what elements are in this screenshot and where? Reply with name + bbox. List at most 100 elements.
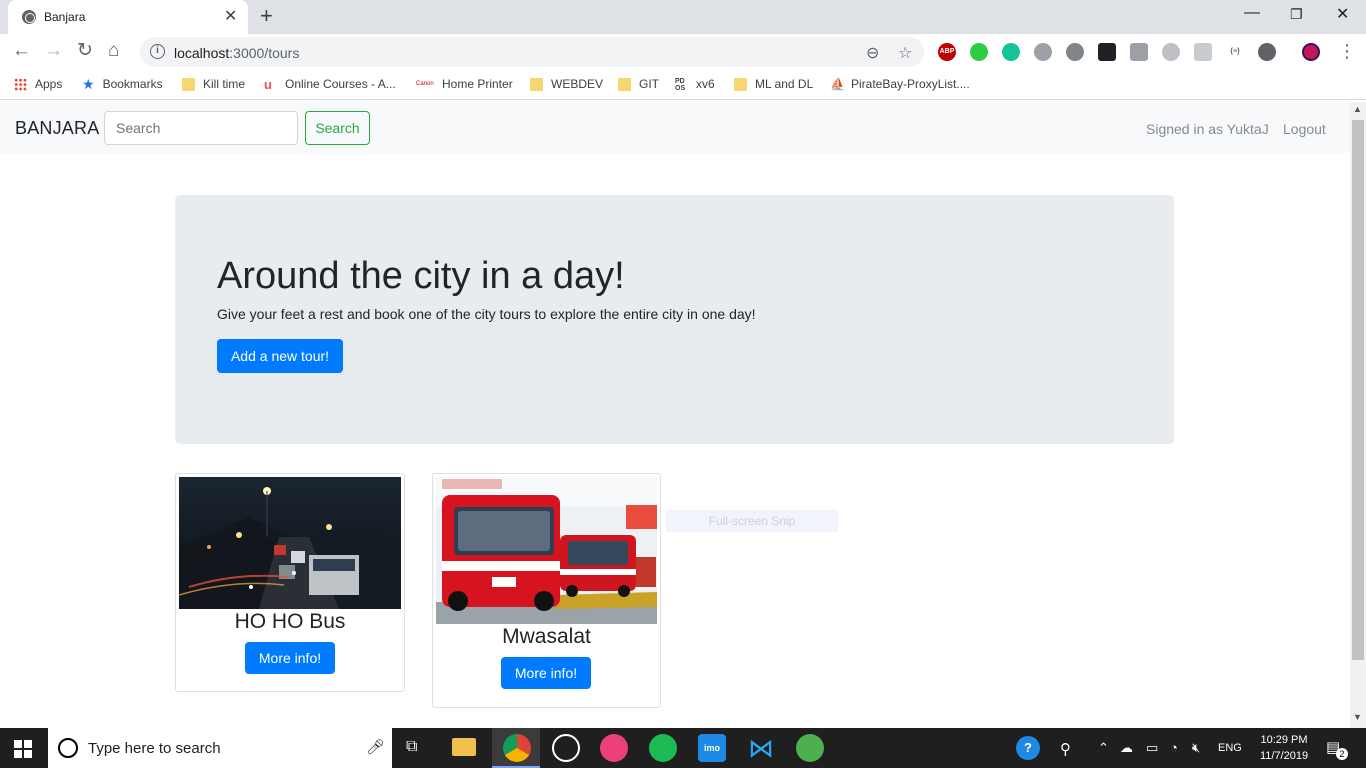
- tour-title: HO HO Bus: [234, 610, 346, 633]
- jumbotron-text: Give your feet a rest and book one of th…: [217, 306, 756, 322]
- window-close-icon[interactable]: ✕: [1336, 4, 1349, 24]
- clock-date: 11/7/2019: [1259, 750, 1309, 762]
- pdos-icon: PD OS: [675, 77, 686, 92]
- bookmark-webdev[interactable]: WEBDEV: [530, 77, 603, 91]
- windows-taskbar: Type here to search 🎤︎ ⧉ imo ⋈ ? ⚲ ⌃ ☁ ▭…: [0, 728, 1366, 768]
- tour-title: Mwasalat: [502, 625, 591, 648]
- windows-start-icon[interactable]: [14, 740, 32, 758]
- address-bar[interactable]: i localhost:3000/tours ⊖ ☆: [140, 37, 924, 67]
- bookmark-ml-dl[interactable]: ML and DL: [734, 77, 813, 91]
- chrome-icon[interactable]: [503, 734, 531, 762]
- restore-icon[interactable]: ❐: [1290, 6, 1303, 23]
- vscode-icon[interactable]: ⋈: [747, 734, 775, 762]
- tour-card: Mwasalat More info!: [432, 473, 661, 708]
- brand-logo[interactable]: BANJARA: [15, 118, 99, 139]
- tab-title: Banjara: [44, 10, 86, 24]
- canon-icon: Canon: [416, 80, 434, 87]
- extension-gray-icon[interactable]: [1130, 43, 1148, 61]
- search-input[interactable]: [104, 111, 298, 145]
- browser-toolbar: ← → ↻ ⌂ i localhost:3000/tours ⊖ ☆ ABP {…: [0, 34, 1366, 70]
- browser-tab[interactable]: Banjara ✕: [8, 0, 248, 34]
- info-icon[interactable]: i: [150, 44, 165, 59]
- file-explorer-icon[interactable]: [452, 738, 476, 756]
- back-arrow-icon[interactable]: ←: [12, 40, 31, 62]
- scroll-up-icon[interactable]: ▲: [1353, 104, 1362, 114]
- bookmarks-bar: Apps ★ Bookmarks Kill time u Online Cour…: [0, 70, 1366, 100]
- tour-image-red-buses: [436, 477, 657, 624]
- close-icon[interactable]: ✕: [224, 8, 237, 26]
- url-text[interactable]: localhost:3000/tours: [174, 45, 299, 61]
- add-tour-button[interactable]: Add a new tour!: [217, 339, 343, 373]
- notification-count-badge: 2: [1336, 748, 1348, 760]
- page-scrollbar[interactable]: ▲ ▼: [1350, 102, 1366, 728]
- more-info-button[interactable]: More info!: [245, 642, 335, 674]
- scroll-down-icon[interactable]: ▼: [1353, 712, 1362, 722]
- bookmark-kill-time[interactable]: Kill time: [182, 77, 245, 91]
- extension-m-icon[interactable]: [1066, 43, 1084, 61]
- tour-card: HO HO Bus More info!: [175, 473, 405, 692]
- extension-icon[interactable]: [1034, 43, 1052, 61]
- logout-link[interactable]: Logout: [1283, 121, 1326, 137]
- bookmark-piratebay[interactable]: ⛵ PirateBay-ProxyList....: [830, 77, 970, 91]
- zoom-icon[interactable]: ⊖: [866, 43, 879, 63]
- menu-dots-icon[interactable]: ⋮: [1338, 41, 1356, 62]
- page-title: Around the city in a day!: [217, 255, 625, 297]
- chevron-up-icon[interactable]: ⌃: [1098, 740, 1109, 756]
- profile-avatar[interactable]: [1302, 43, 1320, 61]
- mongodb-icon[interactable]: [796, 734, 824, 762]
- folder-icon: [182, 77, 195, 91]
- extension-globe-icon[interactable]: [1162, 43, 1180, 61]
- spotify-icon[interactable]: [649, 734, 677, 762]
- json-icon[interactable]: {≡}: [1226, 43, 1244, 61]
- help-icon[interactable]: ?: [1016, 736, 1040, 760]
- more-info-button[interactable]: More info!: [501, 657, 591, 689]
- grammarly-icon[interactable]: [1002, 43, 1020, 61]
- globe-icon: [22, 10, 36, 24]
- cloud-icon[interactable]: ☁: [1120, 740, 1133, 756]
- bookmark-online-courses[interactable]: u Online Courses - A...: [264, 77, 396, 91]
- folder-icon: [618, 77, 631, 91]
- battery-icon[interactable]: ▭: [1146, 740, 1158, 756]
- pirate-ship-icon: ⛵: [830, 76, 845, 91]
- microphone-icon[interactable]: 🎤︎: [366, 738, 385, 756]
- scroll-thumb[interactable]: [1352, 120, 1364, 660]
- bookmark-git[interactable]: GIT: [618, 77, 659, 91]
- taskbar-search-text: Type here to search: [88, 740, 221, 757]
- bookmark-apps[interactable]: Apps: [14, 77, 62, 91]
- people-icon[interactable]: ⚲: [1060, 740, 1071, 758]
- bookmark-star-icon[interactable]: ☆: [898, 43, 912, 63]
- volume-muted-icon[interactable]: 🔇︎: [1192, 740, 1200, 756]
- bookmark-xv6[interactable]: PD OS xv6: [675, 77, 715, 92]
- reload-icon[interactable]: ↻: [77, 40, 93, 62]
- minimize-icon[interactable]: —: [1244, 4, 1260, 22]
- signed-in-text: Signed in as YuktaJ: [1146, 121, 1269, 137]
- web-page: BANJARA Search Signed in as YuktaJ Logou…: [0, 102, 1350, 728]
- paint-icon[interactable]: [600, 734, 628, 762]
- wifi-icon[interactable]: ◔: [1170, 740, 1178, 755]
- snip-tooltip: Full-screen Snip: [666, 510, 838, 532]
- udemy-icon: u: [264, 76, 272, 92]
- imo-icon[interactable]: imo: [698, 734, 726, 762]
- adblock-icon[interactable]: ABP: [938, 43, 956, 61]
- taskbar-search-box[interactable]: Type here to search 🎤︎: [48, 728, 392, 768]
- extension-circle-icon[interactable]: [1258, 43, 1276, 61]
- task-view-icon[interactable]: ⧉: [406, 738, 417, 756]
- star-icon: ★: [82, 75, 95, 92]
- search-button[interactable]: Search: [305, 111, 370, 145]
- alarm-clock-icon[interactable]: [552, 734, 580, 762]
- new-tab-icon[interactable]: +: [260, 5, 273, 27]
- apps-grid-icon: [14, 77, 27, 91]
- extension-dark-icon[interactable]: [1098, 43, 1116, 61]
- clock-time: 10:29 PM: [1260, 734, 1308, 746]
- jumbotron: Around the city in a day! Give your feet…: [175, 195, 1174, 444]
- extension-green-icon[interactable]: [970, 43, 988, 61]
- browser-tab-strip: Banjara ✕ + — ❐ ✕: [0, 0, 1366, 34]
- home-icon[interactable]: ⌂: [108, 40, 119, 62]
- taskbar-clock[interactable]: 10:29 PM 11/7/2019: [1254, 732, 1314, 764]
- language-indicator[interactable]: ENG: [1218, 742, 1242, 754]
- forward-arrow-icon[interactable]: →: [44, 40, 63, 62]
- bookmark-home-printer[interactable]: Canon Home Printer: [416, 77, 513, 91]
- folder-icon: [530, 77, 543, 91]
- bookmark-bookmarks[interactable]: ★ Bookmarks: [82, 75, 163, 92]
- extension-copy-icon[interactable]: [1194, 43, 1212, 61]
